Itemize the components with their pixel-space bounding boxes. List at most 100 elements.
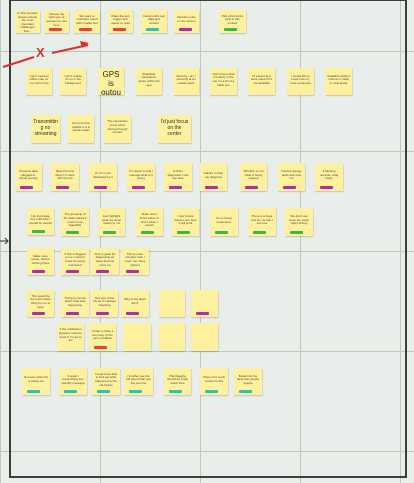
sticky-note[interactable]: Make more sense, there's nothing there	[27, 248, 54, 275]
note-tag	[164, 346, 177, 349]
sticky-note[interactable]: This is great for diagnosing an issue th…	[91, 248, 119, 275]
sticky-note[interactable]: Make sure I know where to find it when I…	[136, 208, 163, 236]
sticky-note-text: If this is flagged to me I want to know …	[64, 251, 86, 267]
sticky-note[interactable]: The connection is lost when driving thro…	[104, 115, 131, 143]
sticky-note[interactable]: Or if I'm just distracted by it	[89, 163, 117, 191]
sticky-note[interactable]: I need to be able to find out what happe…	[92, 368, 120, 395]
sticky-note[interactable]: Don't know what it's doing in the car, i…	[210, 68, 237, 95]
sticky-note-text	[159, 323, 185, 346]
sticky-note[interactable]: Reset the line when I'm done with the tr…	[51, 163, 79, 191]
note-tag	[97, 390, 110, 393]
sticky-note-text: Not sure if this fits as I'm always chec…	[93, 295, 116, 307]
sticky-note[interactable]: If flashing reminds, drag helps	[315, 163, 343, 191]
sticky-note[interactable]: I don't know where I am, how it will wor…	[172, 208, 199, 236]
sticky-note[interactable]: This would be the most useful thing for …	[27, 290, 54, 317]
note-tag	[132, 186, 145, 189]
sticky-note[interactable]: I do trust data, but I still think I sho…	[27, 208, 54, 235]
sticky-note[interactable]: Not sure if this fits as I'm always chec…	[91, 290, 118, 317]
sticky-note-text: Make more sense, there's nothing there	[31, 253, 50, 265]
note-tag	[164, 312, 177, 315]
sticky-note[interactable]: The grouping of the data makes it much m…	[61, 208, 89, 236]
sticky-note[interactable]: If the notification appears I want to kn…	[57, 323, 84, 351]
sticky-note[interactable]: Failure to help me diagnose	[200, 163, 227, 191]
sticky-note[interactable]: Is there diagnostic I can use here	[164, 163, 192, 191]
note-tag	[32, 230, 45, 233]
note-tag	[177, 231, 190, 234]
sticky-note[interactable]: Make the text bigger and easier to read	[108, 10, 133, 33]
note-tag	[215, 231, 228, 234]
sticky-note[interactable]: If this is flagged to me I want to know …	[61, 248, 89, 275]
note-tag	[66, 312, 79, 315]
sticky-note[interactable]	[123, 323, 151, 351]
sticky-note[interactable]: I'd just focus on the center	[158, 115, 191, 143]
sticky-note-text: It's a strong experience	[216, 215, 232, 224]
note-tag	[205, 186, 218, 189]
sticky-note-text: If flashing reminds, drag helps	[319, 169, 339, 181]
sticky-note[interactable]	[159, 290, 185, 317]
sticky-note[interactable]: Not sure how reliable it is in certain a…	[68, 115, 94, 143]
sticky-note[interactable]: There isn't much context to this	[200, 368, 228, 395]
sticky-note[interactable]: Transmitting no streaming	[31, 115, 60, 143]
sticky-note[interactable]: If it doesn't route I manage what is it …	[127, 163, 155, 191]
sticky-note[interactable]: I don't need an offline map for my curre…	[26, 68, 52, 95]
whiteboard-canvas[interactable]: X In this scenario please include the mo…	[0, 0, 414, 483]
sticky-note-text: This is great for diagnosing an issue th…	[94, 251, 116, 267]
sticky-note[interactable]: Reduce noise on the screen	[174, 10, 199, 33]
sticky-note-text: Choose the right type of question to use…	[46, 11, 67, 27]
note-tag	[79, 28, 92, 31]
note-tag	[290, 231, 303, 234]
sticky-note-text: It wasn't transmitting any specific mess…	[61, 373, 85, 385]
note-tag	[49, 28, 62, 31]
sticky-note-text: Available without internet or data in ru…	[327, 73, 350, 85]
sticky-note[interactable]: It wasn't transmitting any specific mess…	[59, 368, 87, 395]
sticky-note[interactable]: Choose the right type of question to use…	[44, 10, 69, 33]
sticky-note-text: Don't know what it's doing in the car, i…	[212, 71, 235, 87]
note-tag	[96, 312, 109, 315]
sticky-note[interactable]: Trying to narrow down what was happening	[61, 290, 89, 317]
sticky-note[interactable]	[191, 290, 218, 317]
note-tag	[31, 90, 44, 93]
note-tag	[239, 390, 252, 393]
sticky-note[interactable]: Whether or not what is being relayed	[240, 163, 267, 191]
sticky-note[interactable]: This is more complex than I need, too ma…	[121, 248, 149, 275]
note-tag	[196, 312, 209, 315]
sticky-note[interactable]: We don't use voice too much when driving	[285, 208, 313, 236]
sticky-note[interactable]: I'll expect and want notes if it's not a…	[248, 68, 275, 95]
sticky-note[interactable]: It's a strong experience	[210, 208, 238, 236]
sticky-note-text	[191, 323, 218, 346]
sticky-note[interactable]: There is a huge tool for me that I can u…	[248, 208, 276, 236]
sticky-note[interactable]: Available without internet or data in ru…	[325, 68, 352, 95]
note-tag	[129, 390, 142, 393]
sticky-note[interactable]: I don't realize it's on in the backgroun…	[60, 68, 86, 95]
sticky-note[interactable]: We want to maximize reach with smaller t…	[74, 10, 100, 33]
sticky-note[interactable]: This flagging should be a last resort he…	[164, 368, 191, 395]
note-tag	[126, 270, 139, 273]
sticky-note[interactable]: Notices garage faults that help me	[278, 163, 305, 191]
sticky-note[interactable]: In this scenario please include the most…	[15, 10, 40, 33]
sticky-note[interactable]: Roadside assistance works within the app	[136, 68, 162, 95]
sticky-note[interactable]: Security - am I currently at an unsafe s…	[173, 68, 199, 95]
sticky-note[interactable]	[191, 323, 218, 351]
note-tag	[64, 390, 77, 393]
note-tag	[103, 231, 116, 234]
sticky-note[interactable]: Not sure what this is telling me	[22, 368, 50, 395]
sticky-note[interactable]: Pick what works best in this context	[219, 10, 246, 33]
sticky-note[interactable]: I'd like to have a summary of the car's …	[89, 323, 116, 351]
note-tag	[94, 346, 107, 349]
sticky-note-text: Failure to help me diagnose	[203, 170, 223, 179]
sticky-note-text: Make the text bigger and easier to read	[111, 13, 130, 25]
sticky-note[interactable]: I would like to know how my route compar…	[287, 68, 314, 95]
sticky-note[interactable]: Design with real data and content	[141, 10, 167, 33]
sticky-note-text: If it doesn't route I manage what is it …	[129, 169, 153, 181]
sticky-note-text: Way to log down why?	[123, 297, 147, 305]
note-tag	[283, 186, 296, 189]
sticky-note[interactable]: I'd rather see the full report than just…	[124, 368, 153, 395]
sticky-note[interactable]: Way to log down why?	[121, 290, 149, 317]
sticky-note[interactable]: Break into the facts that people require	[234, 368, 262, 395]
sticky-note[interactable]: Previous data plugged in, whole journey	[15, 163, 42, 191]
note-tag	[224, 28, 237, 31]
sticky-note[interactable]	[159, 323, 185, 351]
sticky-note[interactable]: GPS is output	[98, 68, 124, 95]
sticky-note[interactable]: Just highlight what the issue means to m…	[98, 208, 125, 236]
note-tag	[62, 346, 75, 349]
